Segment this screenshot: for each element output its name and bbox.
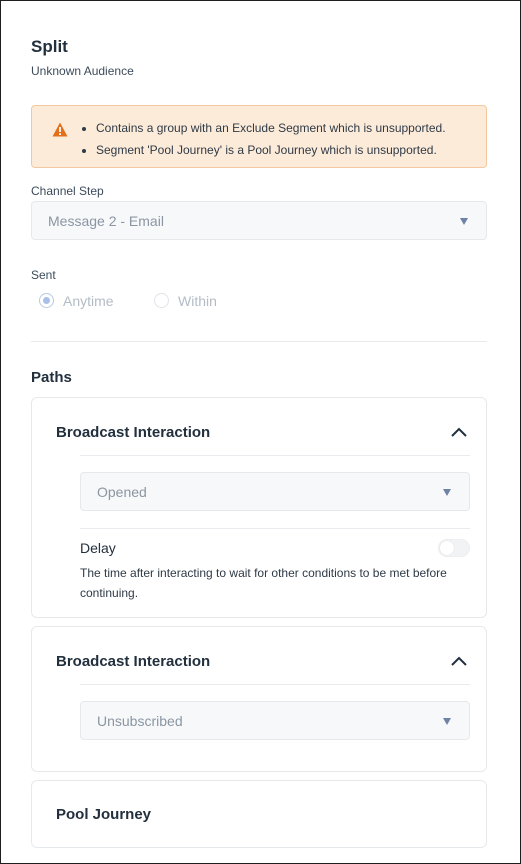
radio-within-label: Within xyxy=(178,293,217,309)
radio-anytime[interactable] xyxy=(39,293,54,308)
warning-item: Segment 'Pool Journey' is a Pool Journey… xyxy=(96,143,446,165)
path-card-pool-journey[interactable]: Pool Journey xyxy=(31,780,487,848)
caret-down-icon xyxy=(460,218,468,225)
audience-subtitle: Unknown Audience xyxy=(31,64,134,78)
radio-anytime-label: Anytime xyxy=(63,293,114,309)
chevron-up-icon[interactable] xyxy=(450,655,468,667)
warning-banner: Contains a group with an Exclude Segment… xyxy=(31,105,487,168)
section-divider xyxy=(31,341,487,342)
caret-down-icon xyxy=(443,489,451,496)
interaction-value: Opened xyxy=(97,484,147,500)
warning-item: Contains a group with an Exclude Segment… xyxy=(96,121,446,143)
path-card-title: Broadcast Interaction xyxy=(56,424,211,441)
path-card-broadcast-unsubscribed: Broadcast Interaction Unsubscribed xyxy=(31,626,487,772)
warning-triangle-icon xyxy=(52,122,68,137)
path-card-title: Pool Journey xyxy=(56,806,152,823)
channel-step-label: Channel Step xyxy=(31,184,104,198)
interaction-select[interactable]: Opened xyxy=(80,472,470,511)
card-divider xyxy=(80,528,470,529)
warning-list: Contains a group with an Exclude Segment… xyxy=(96,121,446,165)
paths-title: Paths xyxy=(31,369,72,386)
delay-toggle[interactable] xyxy=(438,539,470,557)
path-card-title: Broadcast Interaction xyxy=(56,653,211,670)
card-divider xyxy=(80,455,470,456)
chevron-up-icon[interactable] xyxy=(450,426,468,438)
delay-label: Delay xyxy=(80,540,116,556)
page-title: Split xyxy=(31,37,68,56)
caret-down-icon xyxy=(443,718,451,725)
channel-step-select[interactable]: Message 2 - Email xyxy=(31,201,487,240)
interaction-select[interactable]: Unsubscribed xyxy=(80,701,470,740)
interaction-value: Unsubscribed xyxy=(97,713,183,729)
radio-within[interactable] xyxy=(154,293,169,308)
channel-step-value: Message 2 - Email xyxy=(48,213,164,229)
card-divider xyxy=(80,684,470,685)
sent-label: Sent xyxy=(31,268,56,282)
delay-description: The time after interacting to wait for o… xyxy=(80,566,447,600)
path-card-broadcast-opened: Broadcast Interaction Opened Delay The t… xyxy=(31,397,487,618)
